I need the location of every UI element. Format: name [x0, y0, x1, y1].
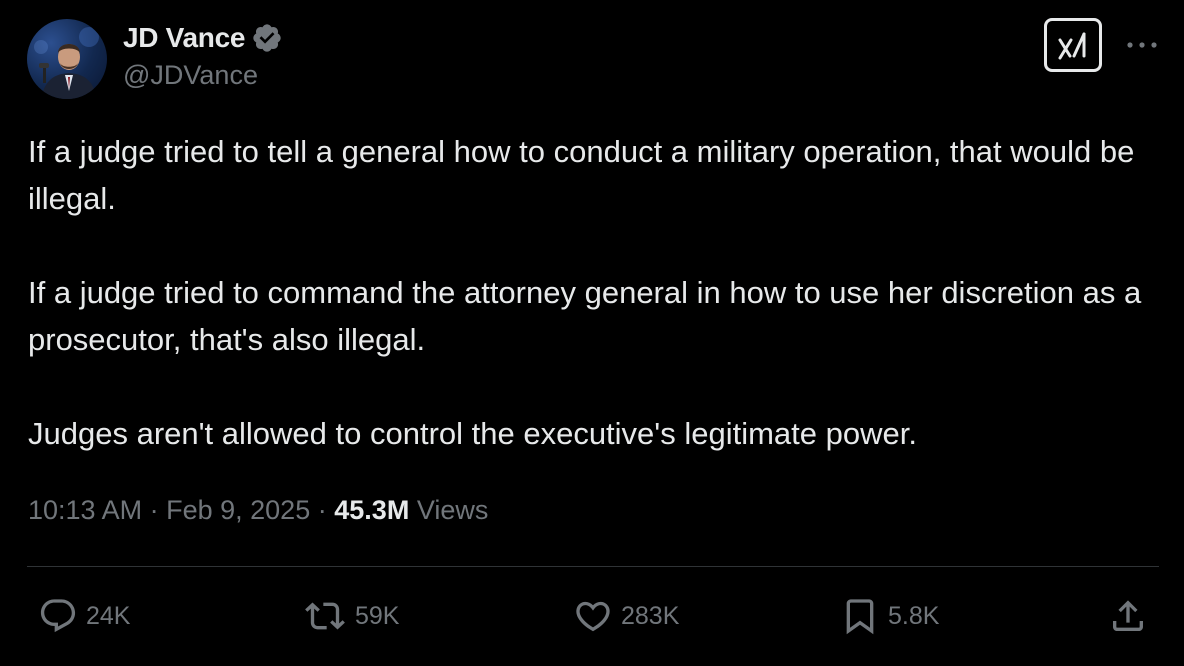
- tweet-meta: 10:13 AM · Feb 9, 2025 · 45.3M Views: [28, 495, 488, 526]
- views-label: Views: [416, 495, 489, 525]
- action-bar: 24K 59K 283K 5.8K: [0, 594, 1184, 638]
- avatar-image: [34, 27, 99, 99]
- tweet-text: If a judge tried to tell a general how t…: [28, 128, 1158, 457]
- more-icon: [1127, 42, 1157, 48]
- more-button[interactable]: [1124, 33, 1160, 57]
- meta-separator: ·: [317, 495, 327, 525]
- like-count: 283K: [621, 601, 680, 630]
- meta-separator: ·: [149, 495, 159, 525]
- avatar[interactable]: [27, 19, 107, 99]
- repost-icon: [305, 602, 345, 630]
- bookmark-button[interactable]: 5.8K: [840, 594, 939, 638]
- repost-button[interactable]: 59K: [303, 594, 399, 638]
- tweet-paragraph: If a judge tried to command the attorney…: [28, 275, 1142, 357]
- tweet-time[interactable]: 10:13 AM: [28, 495, 142, 525]
- reply-icon: [40, 599, 76, 633]
- tweet-paragraph: Judges aren't allowed to control the exe…: [28, 416, 917, 451]
- reply-button[interactable]: 24K: [38, 594, 130, 638]
- display-name[interactable]: JD Vance: [123, 22, 245, 54]
- reply-count: 24K: [86, 601, 131, 630]
- repost-count: 59K: [355, 601, 400, 630]
- grok-icon: [1058, 32, 1086, 60]
- like-button[interactable]: 283K: [573, 594, 679, 638]
- bookmark-icon: [846, 599, 874, 635]
- handle[interactable]: @JDVance: [123, 60, 283, 91]
- share-button[interactable]: [1108, 594, 1148, 638]
- heart-icon: [576, 601, 610, 632]
- tweet-card: JD Vance @JDVance If a judge tried to te…: [0, 0, 1184, 666]
- share-icon: [1113, 600, 1143, 631]
- bookmark-count: 5.8K: [888, 601, 940, 630]
- views-count: 45.3M: [334, 495, 410, 525]
- grok-button[interactable]: [1044, 18, 1102, 72]
- name-row: JD Vance: [123, 20, 283, 56]
- author-block: JD Vance @JDVance: [123, 20, 283, 91]
- divider: [27, 566, 1159, 567]
- verified-badge-icon[interactable]: [251, 22, 283, 54]
- tweet-date[interactable]: Feb 9, 2025: [166, 495, 310, 525]
- tweet-paragraph: If a judge tried to tell a general how t…: [28, 134, 1135, 216]
